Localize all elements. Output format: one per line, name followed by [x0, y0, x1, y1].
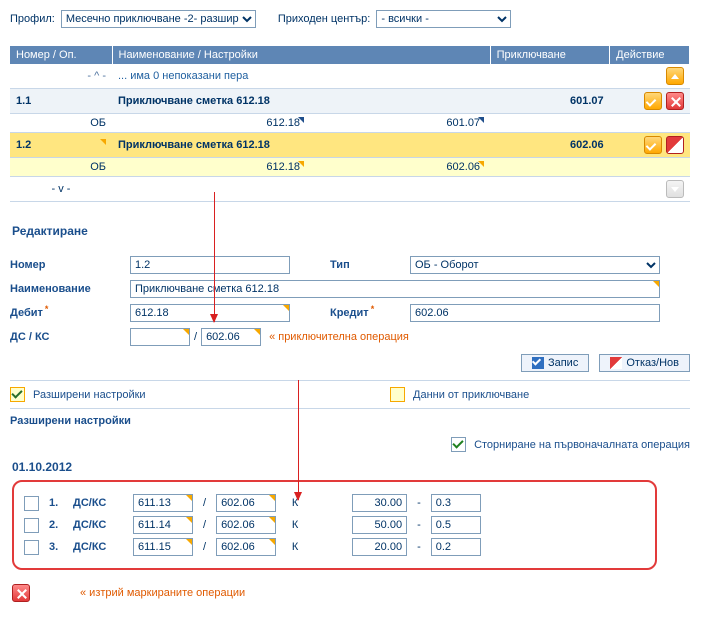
row-accept-icon[interactable] [644, 92, 662, 110]
dsks-left-input[interactable] [130, 328, 190, 346]
delete-marked-icon[interactable] [12, 584, 30, 602]
col-num-header: Номер / Оп. [10, 46, 112, 64]
op-idx: 1. [49, 497, 63, 509]
op-dsks: ДС/КС [73, 541, 123, 553]
num-label: Номер [10, 259, 130, 271]
op-coef-input[interactable] [431, 516, 481, 534]
center-label: Приходен център: [278, 13, 371, 25]
storno-label: Сторниране на първоначалната операция [474, 439, 690, 451]
center-select[interactable]: - всички - [376, 10, 511, 28]
col-act-header: Действие [610, 46, 690, 64]
hidden-marker: - ^ - [10, 64, 112, 89]
hidden-text: ... има 0 непоказани пера [112, 64, 610, 89]
annotation-arrow-icon [298, 380, 299, 500]
debit-label: Дебит [10, 307, 130, 319]
op-dsks: ДС/КС [73, 519, 123, 531]
row-edit-icon[interactable] [666, 136, 684, 154]
op-b-input[interactable] [216, 538, 276, 556]
expand-up-icon[interactable] [666, 67, 684, 85]
delete-marked-label[interactable]: « изтрий маркираните операции [80, 587, 245, 599]
name-input[interactable] [130, 280, 660, 298]
op-a-input[interactable] [133, 494, 193, 512]
r1-v2: 601.07 [304, 117, 484, 129]
credit-input[interactable] [410, 304, 660, 322]
type-label: Тип [330, 259, 410, 271]
op-idx: 3. [49, 541, 63, 553]
op-k: К [286, 541, 304, 553]
edit-title: Редактиране [12, 224, 705, 238]
num-input[interactable] [130, 256, 290, 274]
row-accept-icon[interactable] [644, 136, 662, 154]
op-coef-input[interactable] [431, 494, 481, 512]
r1-v1: 612.18 [154, 117, 304, 129]
op-row-checkbox[interactable] [24, 540, 39, 555]
type-select[interactable]: ОБ - Оборот [410, 256, 660, 274]
storno-checkbox[interactable] [451, 437, 466, 452]
cancel-icon [610, 357, 622, 369]
expand-down-icon[interactable] [666, 180, 684, 198]
profile-select[interactable]: Месечно приключване -2- разширени наст [61, 10, 256, 28]
row-delete-icon[interactable] [666, 92, 684, 110]
col-name-header: Наименование / Настройки [112, 46, 490, 64]
op-amt-input[interactable] [352, 538, 407, 556]
annotation-arrow-icon [214, 192, 215, 322]
profile-label: Профил: [10, 13, 55, 25]
op-row: 2. ДС/КС / К - [24, 516, 645, 534]
closing-op-caption: « приключителна операция [269, 331, 409, 343]
credit-label: Кредит [330, 307, 410, 319]
r1-ob: ОБ [10, 114, 112, 133]
op-amt-input[interactable] [352, 494, 407, 512]
advanced-title: Разширени настройки [10, 415, 705, 427]
op-row-checkbox[interactable] [24, 496, 39, 511]
op-a-input[interactable] [133, 516, 193, 534]
advanced-checkbox[interactable] [10, 387, 25, 402]
closedata-label: Данни от приключване [413, 389, 529, 401]
r2-v1: 612.18 [154, 161, 304, 173]
op-a-input[interactable] [133, 538, 193, 556]
col-close-header: Приключване [490, 46, 610, 64]
advanced-label: Разширени настройки [33, 389, 146, 401]
dsks-label: ДС / КС [10, 331, 130, 343]
operations-box: 1. ДС/КС / К - 2. ДС/КС / К - 3. ДС/КС /… [12, 480, 657, 570]
op-row: 1. ДС/КС / К - [24, 494, 645, 512]
op-dsks: ДС/КС [73, 497, 123, 509]
op-row-checkbox[interactable] [24, 518, 39, 533]
name-label: Наименование [10, 283, 130, 295]
date-title: 01.10.2012 [12, 460, 705, 474]
slash: / [194, 331, 197, 343]
op-idx: 2. [49, 519, 63, 531]
dsks-right-input[interactable] [201, 328, 261, 346]
op-b-input[interactable] [216, 494, 276, 512]
op-amt-input[interactable] [352, 516, 407, 534]
r2-name[interactable]: Приключване сметка 612.18 [112, 133, 490, 158]
closedata-checkbox[interactable] [390, 387, 405, 402]
r2-v2: 602.06 [304, 161, 484, 173]
op-k: К [286, 519, 304, 531]
r1-name[interactable]: Приключване сметка 612.18 [112, 89, 490, 114]
op-coef-input[interactable] [431, 538, 481, 556]
check-icon [532, 357, 544, 369]
down-marker: - v - [10, 177, 112, 202]
save-button[interactable]: Запис [521, 354, 589, 372]
r1-close: 601.07 [490, 89, 610, 114]
r2-num: 1.2 [16, 139, 106, 151]
r2-close: 602.06 [490, 133, 610, 158]
op-row: 3. ДС/КС / К - [24, 538, 645, 556]
cancel-button[interactable]: Отказ/Нов [599, 354, 690, 372]
close-grid: Номер / Оп. Наименование / Настройки При… [10, 46, 690, 202]
r1-num: 1.1 [10, 89, 112, 114]
r2-ob: ОБ [10, 158, 112, 177]
op-b-input[interactable] [216, 516, 276, 534]
